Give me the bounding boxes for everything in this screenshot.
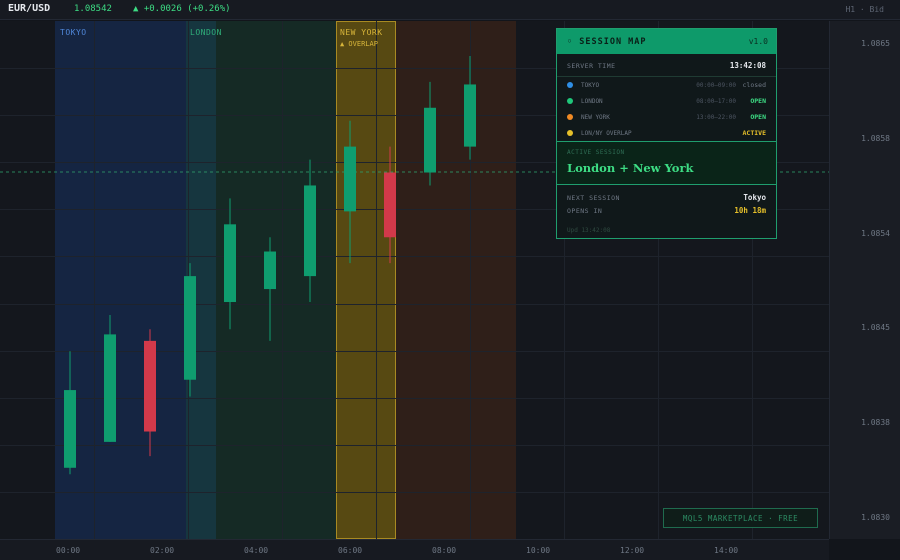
time-tick: 08:00	[432, 546, 457, 555]
opens-in-row: OPENS IN 10h 18m	[567, 206, 766, 215]
candle-bullish[interactable]	[264, 251, 276, 290]
panel-footer: Upd 13:42:08	[567, 227, 611, 234]
newyork-session-band	[396, 21, 516, 539]
price-tick: 1.0845	[861, 323, 890, 332]
session-hours: 13:00–22:00	[696, 113, 736, 121]
session-label-london: LONDON	[190, 28, 222, 37]
last-price: 1.08542	[74, 4, 112, 14]
symbol-label[interactable]: EUR/USD	[8, 3, 50, 14]
time-tick: 06:00	[338, 546, 363, 555]
active-session-value: London + New York	[567, 161, 694, 175]
time-axis[interactable]: 00:00 02:00 04:00 06:00 08:00 10:00 12:0…	[0, 539, 829, 560]
session-name: NEW YORK	[581, 113, 610, 121]
next-session-row: NEXT SESSION Tokyo	[567, 193, 766, 202]
panel-title: ◦ SESSION MAP	[567, 36, 647, 47]
price-axis[interactable]: 1.0865 1.0858 1.0854 1.0845 1.0838 1.083…	[829, 21, 900, 539]
session-label-newyork: NEW YORK	[340, 28, 383, 37]
session-status: OPEN	[750, 113, 766, 121]
price-tick: 1.0838	[861, 418, 890, 427]
session-name: LONDON	[581, 97, 603, 105]
session-label-tokyo: TOKYO	[60, 28, 87, 37]
price-mode[interactable]: H1 · Bid	[845, 5, 884, 14]
candle-bullish[interactable]	[464, 84, 476, 147]
server-time-row: SERVER TIME 13:42:08	[567, 61, 766, 70]
candle-bullish[interactable]	[104, 334, 116, 442]
time-tick: 04:00	[244, 546, 269, 555]
candle-bullish[interactable]	[64, 390, 76, 468]
session-row-overlap: LON/NY OVERLAP ACTIVE	[567, 129, 766, 137]
session-row-london: LONDON 08:00–17:00 OPEN	[567, 97, 766, 105]
candle-bullish[interactable]	[224, 224, 236, 303]
opens-in-label: OPENS IN	[567, 206, 603, 215]
time-tick: 00:00	[56, 546, 81, 555]
session-name: TOKYO	[581, 81, 600, 89]
price-tick: 1.0854	[861, 229, 890, 238]
session-hours: 00:00–09:00	[696, 81, 736, 89]
price-tick: 1.0830	[861, 513, 890, 522]
newyork-overlap-band	[336, 21, 396, 539]
candle-bullish[interactable]	[304, 185, 316, 277]
session-status: OPEN	[750, 97, 766, 105]
active-session-box: ACTIVE SESSION London + New York	[557, 141, 776, 185]
time-tick: 12:00	[620, 546, 645, 555]
price-tick: 1.0865	[861, 39, 890, 48]
panel-version: v1.0	[748, 37, 768, 46]
server-time-value: 13:42:08	[729, 61, 766, 70]
session-status: ACTIVE	[742, 129, 766, 137]
next-session-label: NEXT SESSION	[567, 193, 620, 202]
candle-bullish[interactable]	[424, 107, 436, 173]
session-dot-icon	[567, 130, 573, 136]
session-row-newyork: NEW YORK 13:00–22:00 OPEN	[567, 113, 766, 121]
server-time-label: SERVER TIME	[567, 61, 616, 70]
candle-bearish[interactable]	[144, 340, 156, 432]
panel-divider	[557, 76, 776, 77]
session-dot-icon	[567, 114, 573, 120]
candle-bullish[interactable]	[184, 276, 196, 380]
time-tick: 02:00	[150, 546, 175, 555]
session-row-tokyo: TOKYO 00:00–09:00 closed	[567, 81, 766, 89]
session-hours: 08:00–17:00	[696, 97, 736, 105]
session-dot-icon	[567, 82, 573, 88]
session-map-panel[interactable]: ◦ SESSION MAP v1.0 SERVER TIME 13:42:08 …	[556, 28, 777, 239]
price-change: ▲ +0.0026 (+0.26%)	[133, 4, 231, 14]
session-name: LON/NY OVERLAP	[581, 129, 632, 137]
candle-bullish[interactable]	[344, 146, 356, 212]
session-dot-icon	[567, 98, 573, 104]
opens-in-value: 10h 18m	[734, 206, 766, 215]
marketplace-badge[interactable]: MQL5 MARKETPLACE · FREE	[663, 508, 818, 528]
overlap-label: ▲ OVERLAP	[340, 40, 378, 48]
top-bar: EUR/USD 1.08542 ▲ +0.0026 (+0.26%) H1 · …	[0, 0, 900, 20]
session-status: closed	[742, 81, 766, 89]
active-session-caption: ACTIVE SESSION	[567, 149, 625, 156]
panel-header[interactable]: ◦ SESSION MAP v1.0	[557, 29, 776, 54]
time-tick: 14:00	[714, 546, 739, 555]
price-tick: 1.0858	[861, 134, 890, 143]
candle-bearish[interactable]	[384, 172, 396, 238]
next-session-value: Tokyo	[743, 193, 766, 202]
time-tick: 10:00	[526, 546, 551, 555]
